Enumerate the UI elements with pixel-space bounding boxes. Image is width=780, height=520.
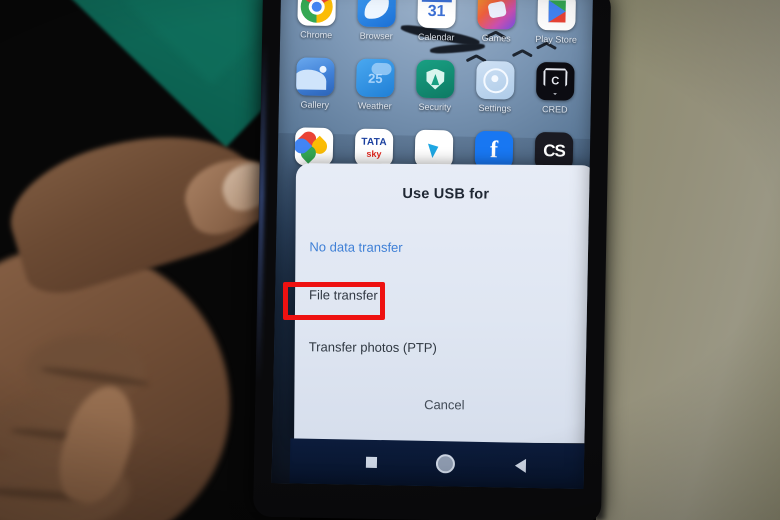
- app-row-1: Chrome Browser 31 Calendar Games Play St…: [280, 0, 593, 45]
- tata-wordmark: TATA: [361, 136, 388, 149]
- sky-wordmark: sky: [366, 148, 382, 160]
- recents-icon[interactable]: [365, 456, 377, 468]
- chrome-icon[interactable]: [297, 0, 337, 27]
- games-icon[interactable]: [477, 0, 517, 30]
- app-weather[interactable]: 25 Weather: [349, 58, 402, 111]
- phone-device: Chrome Browser 31 Calendar Games Play St…: [252, 0, 612, 520]
- app-cred[interactable]: C CRED: [529, 61, 582, 115]
- app-label: Weather: [357, 100, 392, 112]
- security-icon[interactable]: [415, 59, 455, 99]
- weather-icon[interactable]: 25: [355, 58, 395, 98]
- app-row-3: TATA sky f CS: [278, 113, 591, 171]
- app-label: Games: [481, 32, 511, 44]
- app-label: Chrome: [300, 29, 333, 41]
- app-games[interactable]: Games: [470, 0, 523, 44]
- google-photos-icon[interactable]: [294, 127, 334, 167]
- app-security[interactable]: Security: [409, 59, 462, 113]
- cred-badge-letter: C: [543, 68, 568, 95]
- browser-icon[interactable]: [357, 0, 397, 28]
- app-gallery[interactable]: Gallery: [289, 57, 342, 110]
- app-label: Security: [418, 101, 452, 113]
- app-label: Browser: [359, 30, 393, 42]
- app-chrome[interactable]: Chrome: [290, 0, 343, 40]
- dialog-title: Use USB for: [402, 185, 490, 203]
- cancel-button[interactable]: Cancel: [294, 396, 593, 413]
- app-settings[interactable]: Settings: [469, 60, 522, 114]
- bird-app-icon[interactable]: [414, 129, 454, 169]
- calendar-day-number: 31: [427, 2, 446, 21]
- settings-icon[interactable]: [475, 60, 515, 100]
- app-google-photos[interactable]: [288, 127, 341, 167]
- surface-background-right: [596, 0, 780, 520]
- app-label: Play Store: [535, 33, 577, 45]
- android-navigation-bar: [289, 438, 594, 489]
- app-label: Settings: [478, 102, 512, 114]
- file-transfer-highlight-box: [283, 282, 385, 320]
- gallery-icon[interactable]: [296, 57, 335, 97]
- calendar-icon[interactable]: 31: [417, 0, 457, 29]
- cred-icon[interactable]: C: [535, 61, 575, 101]
- tata-sky-icon[interactable]: TATA sky: [354, 128, 394, 168]
- app-grid: Chrome Browser 31 Calendar Games Play St…: [278, 0, 594, 175]
- app-play-store[interactable]: Play Store: [530, 0, 583, 45]
- app-label: Calendar: [417, 31, 455, 43]
- play-store-icon[interactable]: [537, 0, 577, 31]
- option-transfer-photos-ptp[interactable]: Transfer photos (PTP): [309, 339, 593, 356]
- app-row-2: Gallery 25 Weather Security Settings C C…: [279, 43, 592, 115]
- app-tata-sky[interactable]: TATA sky: [348, 128, 401, 168]
- app-label: Gallery: [300, 99, 330, 110]
- home-icon[interactable]: [436, 454, 456, 474]
- weather-temperature: 25: [367, 70, 383, 86]
- back-icon[interactable]: [514, 458, 527, 473]
- app-browser[interactable]: Browser: [350, 0, 403, 41]
- app-bird[interactable]: [408, 129, 461, 169]
- app-label: CRED: [541, 104, 568, 115]
- app-calendar[interactable]: 31 Calendar: [410, 0, 463, 43]
- screenshot-stage: Chrome Browser 31 Calendar Games Play St…: [0, 0, 780, 520]
- phone-screen[interactable]: Chrome Browser 31 Calendar Games Play St…: [271, 0, 594, 489]
- option-no-data-transfer[interactable]: No data transfer: [309, 239, 593, 256]
